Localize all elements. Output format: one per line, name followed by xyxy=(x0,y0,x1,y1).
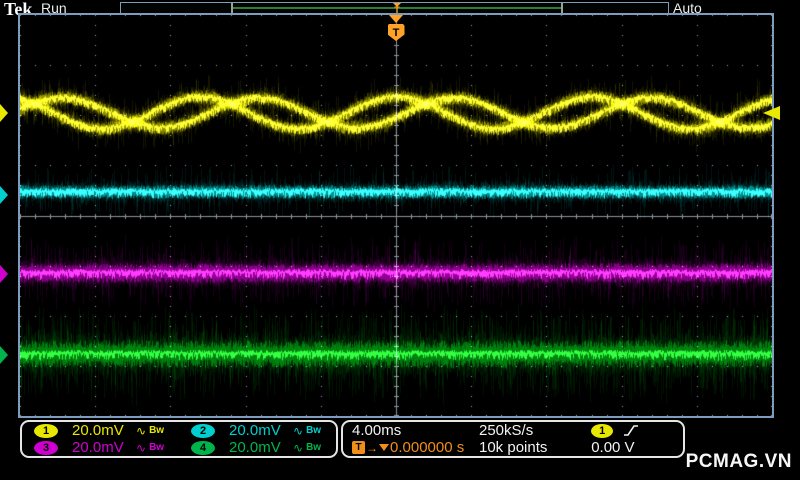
arrow-right-icon: → xyxy=(366,442,378,454)
trigger-source-slope: 1 xyxy=(591,422,683,439)
channel1-badge: 1 xyxy=(34,424,58,438)
trigger-delay-readout: T → 0.000000 s xyxy=(343,439,479,456)
waveform-display xyxy=(20,15,772,416)
trigger-level-arrow-icon xyxy=(763,106,780,120)
ac-coupling-icon: ∿ xyxy=(293,441,303,455)
oscilloscope-screen: Tek Run Auto T T 1 2 3 4 1 20.0mV ∿ B xyxy=(0,0,800,480)
channel4-badge: 4 xyxy=(191,441,215,455)
channel2-position-marker: 2 xyxy=(0,186,8,204)
marker-arrow-icon xyxy=(0,104,8,122)
marker-arrow-icon xyxy=(0,346,8,364)
horizontal-trigger-readout-box: 4.00ms 250kS/s 1 T → 0.000000 s 10k poin… xyxy=(341,420,685,458)
channel1-position-marker: 1 xyxy=(0,104,8,122)
ac-coupling-icon: ∿ xyxy=(136,424,146,438)
trigger-position-marker: T xyxy=(387,15,405,41)
channel4-position-marker: 4 xyxy=(0,346,8,364)
ac-coupling-icon: ∿ xyxy=(293,424,303,438)
channel3-position-marker: 3 xyxy=(0,265,8,283)
rising-edge-icon xyxy=(623,424,639,437)
marker-arrow-icon xyxy=(0,265,8,283)
channel1-readout: 1 20.0mV ∿ Bw xyxy=(22,422,179,439)
channel1-scale: 20.0mV xyxy=(72,422,134,439)
bandwidth-limit-icon: Bw xyxy=(306,425,321,436)
graticule xyxy=(18,13,774,418)
marker-arrow-icon xyxy=(0,186,8,204)
trigger-level-value: 0.00 V xyxy=(591,439,683,456)
bandwidth-limit-icon: Bw xyxy=(149,425,164,436)
sample-rate: 250kS/s xyxy=(479,422,591,439)
trigger-t-icon: T xyxy=(388,24,405,41)
trigger-source-badge: 1 xyxy=(591,424,613,438)
trigger-delay-value: 0.000000 s xyxy=(390,439,464,456)
channel3-readout: 3 20.0mV ∿ Bw xyxy=(22,439,179,456)
record-length: 10k points xyxy=(479,439,591,456)
trigger-t-icon: T xyxy=(352,441,365,454)
ac-coupling-icon: ∿ xyxy=(136,441,146,455)
trigger-position-triangle-icon xyxy=(389,15,403,23)
channel3-badge: 3 xyxy=(34,441,58,455)
timebase-scale: 4.00ms xyxy=(343,422,479,439)
triangle-down-icon xyxy=(379,444,389,451)
channel2-badge: 2 xyxy=(191,424,215,438)
channel2-readout: 2 20.0mV ∿ Bw xyxy=(179,422,336,439)
watermark: PCMAG.VN xyxy=(686,451,792,473)
channel3-scale: 20.0mV xyxy=(72,439,134,456)
bandwidth-limit-icon: Bw xyxy=(149,442,164,453)
channel4-scale: 20.0mV xyxy=(229,439,291,456)
channel-readout-box: 1 20.0mV ∿ Bw 2 20.0mV ∿ Bw 3 20.0mV ∿ B… xyxy=(20,420,338,458)
channel2-scale: 20.0mV xyxy=(229,422,291,439)
bandwidth-limit-icon: Bw xyxy=(306,442,321,453)
channel4-readout: 4 20.0mV ∿ Bw xyxy=(179,439,336,456)
